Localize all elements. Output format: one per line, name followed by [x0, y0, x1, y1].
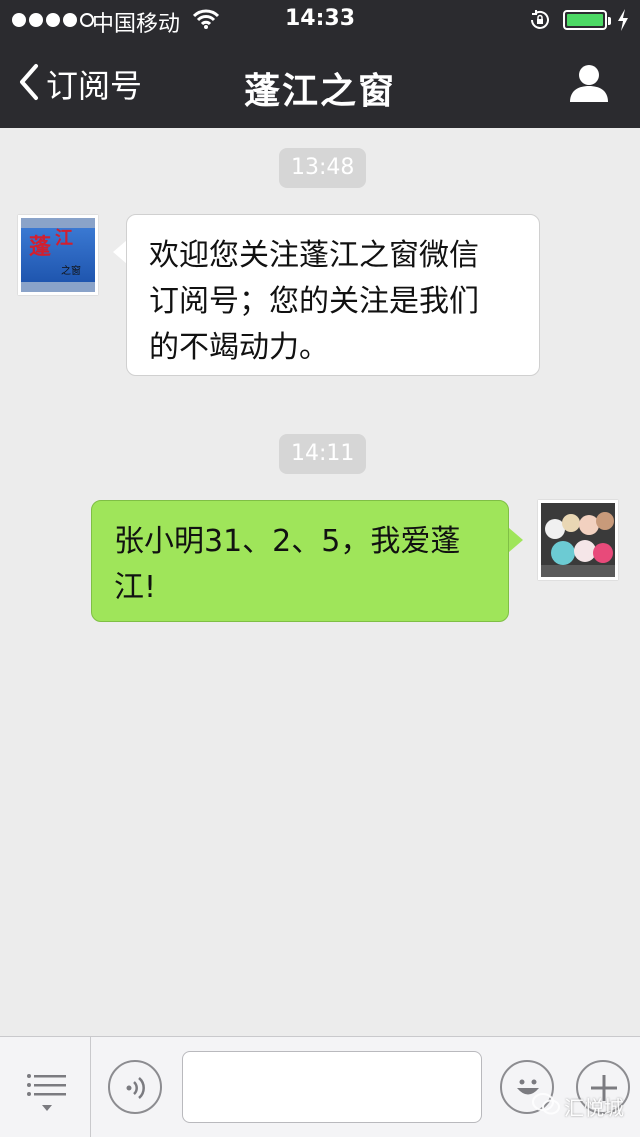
watermark: 汇悦城: [532, 1092, 624, 1121]
bubble-tail: [113, 240, 127, 264]
voice-input-button[interactable]: [108, 1060, 162, 1114]
message-input-bar: [0, 1036, 640, 1137]
bubble-tail: [509, 528, 523, 552]
wechat-watermark-icon: [532, 1092, 560, 1121]
page-title: 蓬江之窗: [243, 71, 396, 112]
svg-text:江: 江: [55, 228, 73, 249]
battery-icon: [563, 10, 611, 30]
message-text-line: 的不竭动力。: [149, 330, 329, 365]
menu-list-icon: [26, 1073, 68, 1119]
message-text-line: 张小明31、2、5，我爱蓬: [114, 524, 461, 559]
navigation-bar: 订阅号 蓬江之窗: [0, 40, 640, 128]
profile-button[interactable]: [568, 62, 610, 108]
message-timestamp: 14:11: [279, 434, 367, 474]
official-account-avatar[interactable]: 蓬 江 之窗: [18, 215, 98, 295]
incoming-message-bubble[interactable]: 欢迎您关注蓬江之窗微信 订阅号；您的关注是我们 的不竭动力。: [126, 214, 540, 376]
charging-bolt-icon: [616, 8, 630, 38]
message-text-input[interactable]: [182, 1051, 482, 1123]
chat-area[interactable]: 13:48 蓬 江 之窗 欢迎您关注蓬江之窗微信 订阅号；您的关注是我们 的不竭…: [0, 128, 640, 1036]
message-text-line: 欢迎您关注蓬江之窗微信: [149, 238, 479, 273]
rotation-lock-icon: [528, 8, 552, 38]
profile-icon: [568, 65, 610, 108]
voice-icon: [124, 1074, 150, 1106]
menu-toggle-button[interactable]: [0, 1037, 91, 1137]
status-bar: 中国移动 14:33: [0, 0, 640, 40]
message-text-line: 订阅号；您的关注是我们: [149, 284, 479, 319]
account-logo-image: 蓬 江 之窗: [21, 218, 95, 292]
svg-text:之窗: 之窗: [61, 264, 81, 277]
message-timestamp: 13:48: [279, 148, 367, 188]
header-bar: 中国移动 14:33 订阅号 蓬江之窗: [0, 0, 640, 128]
outgoing-message-bubble[interactable]: 张小明31、2、5，我爱蓬 江!: [91, 500, 509, 622]
svg-text:蓬: 蓬: [29, 234, 52, 260]
message-text-line: 江!: [114, 570, 157, 605]
user-avatar[interactable]: [538, 500, 618, 580]
watermark-text: 汇悦城: [564, 1096, 624, 1120]
user-avatar-image: [541, 503, 615, 577]
